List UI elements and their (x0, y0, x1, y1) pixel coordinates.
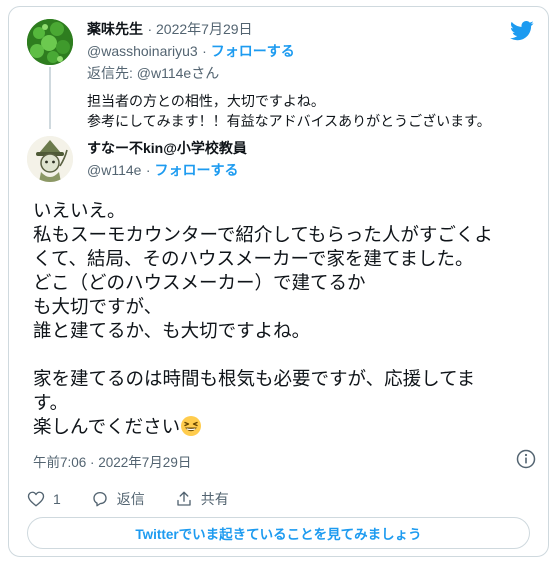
author-name[interactable]: 薬味先生 (87, 21, 143, 37)
tweet-text-line: 参考にしてみます！！有益なアドバイスありがとうございます。 (87, 113, 491, 129)
author-handle[interactable]: @w114e (87, 162, 141, 178)
tweet-text-line (33, 343, 533, 367)
avatar[interactable] (27, 136, 73, 182)
info-icon[interactable] (516, 449, 536, 469)
tweet-timestamp[interactable]: 午前7:06 · 2022年7月29日 (33, 451, 191, 471)
tweet-text-line: どこ（どのハウスメーカー）で建てるか (33, 272, 366, 293)
reply-label: 返信 (116, 491, 145, 507)
main-tweet-text: いえいえ。 私もスーモカウンターで紹介してもらった人がすごくよ くて、結局、その… (33, 199, 533, 439)
reply-bubble-icon (93, 491, 107, 507)
follow-button[interactable]: フォローする (154, 162, 238, 178)
like-count: 1 (53, 491, 61, 507)
parent-tweet-text: 担当者の方との相性，大切ですよね。 参考にしてみます！！有益なアドバイスありがと… (87, 91, 491, 131)
grinning-squinting-face-icon (181, 416, 202, 436)
share-icon (177, 491, 191, 506)
twitter-bird-icon[interactable] (510, 21, 534, 41)
tweet-text-line: 誰と建てるか、も大切ですよね。 (33, 320, 311, 341)
separator-dot: · (202, 43, 211, 59)
tweet-text-line: す。 (33, 392, 69, 413)
share-button[interactable]: 共有 (175, 489, 229, 509)
follow-button[interactable]: フォローする (211, 43, 295, 59)
tweet-actions: 1 返信 共有 (27, 489, 259, 509)
reply-button[interactable]: 返信 (91, 489, 145, 509)
tweet-embed-card: 薬味先生 · 2022年7月29日 @wasshoinariyu3 · フォロー… (8, 6, 549, 557)
heart-icon (27, 491, 45, 507)
avatar-image (27, 136, 73, 182)
reply-to-handle[interactable]: @w114eさん (137, 65, 219, 81)
tweet-text-line: 家を建てるのは時間も根気も必要ですが、応援してま (33, 368, 476, 389)
separator-dot: · (147, 21, 157, 37)
thread-connector-line (49, 67, 51, 129)
tweet-text-line-with-emoji: 楽しんでください (33, 415, 533, 439)
avatar[interactable] (27, 19, 73, 65)
share-label: 共有 (200, 491, 229, 507)
tweet-text-line: いえいえ。 (33, 200, 126, 221)
reply-to-label: 返信先: (87, 65, 137, 81)
tweet-text-line: も大切ですが、 (33, 296, 163, 317)
tweet-text-line: 担当者の方との相性，大切ですよね。 (87, 93, 325, 109)
tweet-text-line: 私もスーモカウンターで紹介してもらった人がすごくよ (33, 224, 493, 245)
avatar-image (27, 19, 73, 65)
tweet-date[interactable]: 2022年7月29日 (156, 21, 253, 37)
like-button[interactable]: 1 (27, 490, 61, 508)
explore-twitter-button[interactable]: Twitterでいま起きていることを見てみましょう (27, 517, 530, 549)
author-name[interactable]: すなー不kin@小学校教員 (87, 140, 247, 156)
tweet-text-line: くて、結局、そのハウスメーカーで家を建てました。 (33, 248, 474, 269)
author-handle[interactable]: @wasshoinariyu3 (87, 43, 198, 59)
tweet-text-fragment: 楽しんでください (33, 416, 181, 437)
